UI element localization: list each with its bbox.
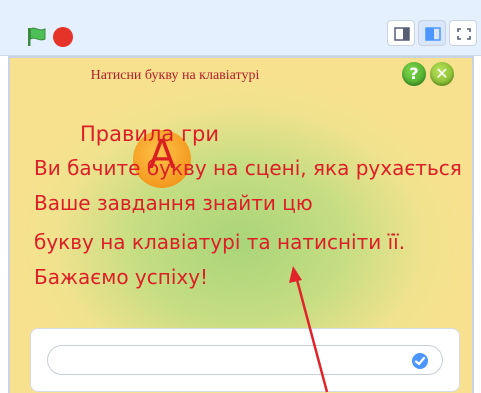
pointer-arrow [289, 266, 329, 393]
